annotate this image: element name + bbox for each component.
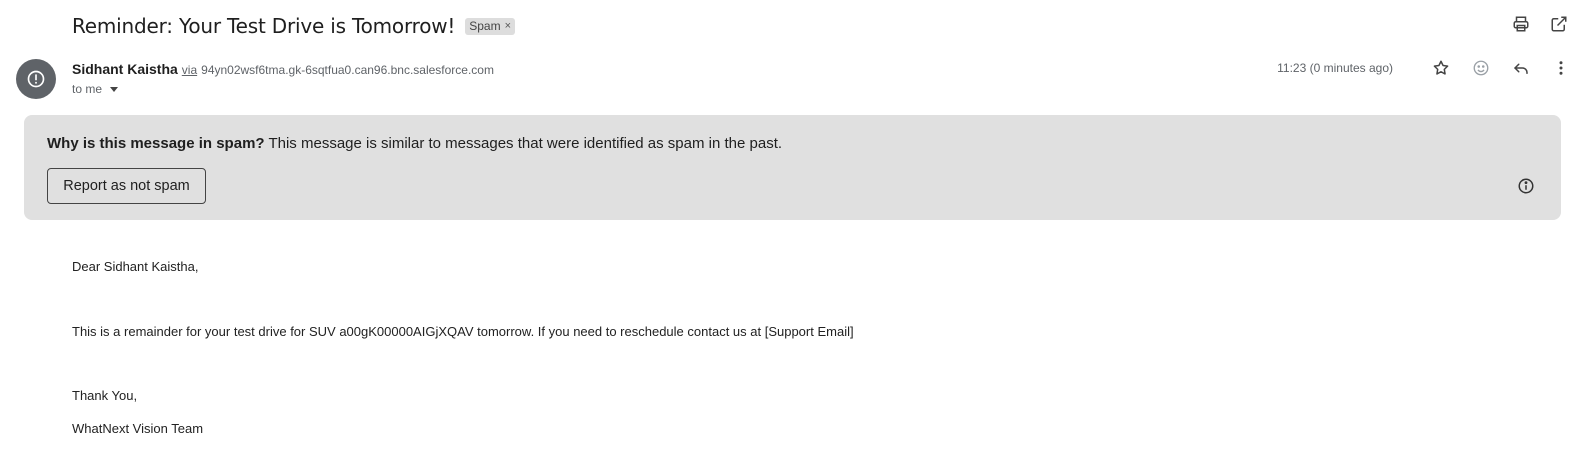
via-address: 94yn02wsf6tma.gk-6sqtfua0.can96.bnc.sale… — [201, 63, 494, 77]
print-icon[interactable] — [1511, 14, 1531, 34]
via-link[interactable]: via — [182, 63, 197, 77]
chevron-down-icon[interactable] — [110, 86, 119, 92]
sender-name[interactable]: Sidhant Kaistha — [72, 61, 178, 77]
remove-label-button[interactable]: × — [505, 20, 511, 32]
emoji-icon[interactable] — [1471, 58, 1491, 78]
recipient-text: to me — [72, 82, 103, 96]
star-icon[interactable] — [1431, 58, 1451, 78]
open-in-new-window-icon[interactable] — [1549, 14, 1569, 34]
email-view: Reminder: Your Test Drive is Tomorrow! S… — [0, 0, 1583, 473]
sender-line: Sidhant Kaistha via 94yn02wsf6tma.gk-6sq… — [72, 61, 494, 77]
info-icon[interactable] — [1517, 177, 1535, 195]
spam-explanation: Why is this message in spam? This messag… — [47, 135, 782, 152]
spam-explanation-text: This message is similar to messages that… — [264, 135, 783, 152]
timestamp: 11:23 (0 minutes ago) — [1277, 61, 1393, 75]
body-paragraph: This is a remainder for your test drive … — [72, 324, 854, 339]
spam-label-chip[interactable]: Spam × — [465, 17, 516, 35]
spam-warning-banner: Why is this message in spam? This messag… — [24, 115, 1561, 220]
more-vert-icon[interactable] — [1551, 58, 1571, 78]
spam-alert-icon — [27, 70, 45, 88]
email-subject: Reminder: Your Test Drive is Tomorrow! — [72, 14, 456, 38]
body-signature: WhatNext Vision Team — [72, 421, 204, 436]
report-not-spam-button[interactable]: Report as not spam — [47, 168, 206, 204]
spam-question: Why is this message in spam? — [47, 135, 265, 152]
sender-avatar[interactable] — [16, 59, 56, 99]
top-actions — [1511, 14, 1569, 34]
message-actions: 11:23 (0 minutes ago) — [1277, 58, 1571, 78]
reply-icon[interactable] — [1511, 58, 1531, 78]
spam-label-text: Spam — [469, 19, 501, 33]
recipient-line: to me — [72, 82, 119, 96]
subject-row: Reminder: Your Test Drive is Tomorrow! S… — [72, 10, 516, 42]
body-closing: Thank You, — [72, 388, 138, 403]
body-greeting: Dear Sidhant Kaistha, — [72, 259, 199, 274]
